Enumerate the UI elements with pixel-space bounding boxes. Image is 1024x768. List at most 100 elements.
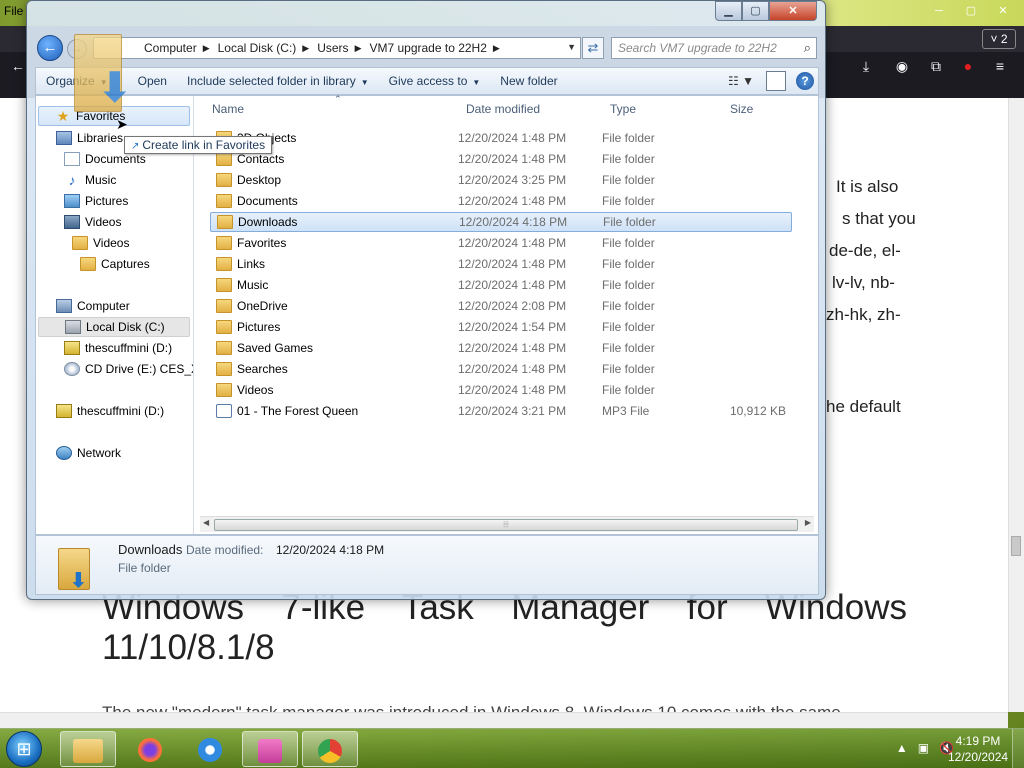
breadcrumb-local-disk[interactable]: Local Disk (C:) bbox=[218, 41, 297, 55]
browser-minimize-button[interactable]: ─ bbox=[924, 2, 954, 20]
browser-file-menu[interactable]: File bbox=[4, 4, 23, 18]
column-header-type[interactable]: Type bbox=[610, 102, 636, 116]
horizontal-scrollbar[interactable] bbox=[0, 712, 1008, 728]
show-desktop-button[interactable] bbox=[1012, 729, 1024, 768]
nav-scuff-d2[interactable]: thescuffmini (D:) bbox=[56, 401, 164, 421]
column-header-date[interactable]: Date modified bbox=[466, 102, 540, 116]
start-button[interactable]: ⊞ bbox=[6, 731, 42, 767]
file-row-selected[interactable]: Downloads 12/20/2024 4:18 PM File folder bbox=[210, 212, 792, 232]
nav-computer[interactable]: Computer bbox=[56, 296, 130, 316]
address-dropdown-icon[interactable]: ▼ bbox=[567, 42, 576, 52]
file-row[interactable]: Links 12/20/2024 1:48 PM File folder bbox=[210, 254, 792, 274]
file-row[interactable]: Favorites 12/20/2024 1:48 PM File folder bbox=[210, 233, 792, 253]
scrollbar-thumb[interactable]: ⦙⦙⦙ bbox=[214, 519, 798, 531]
taskbar-chrome[interactable] bbox=[302, 731, 358, 767]
details-name: Downloads bbox=[118, 542, 183, 557]
breadcrumb-computer[interactable]: Computer bbox=[144, 41, 197, 55]
tab-count-button[interactable]: ˅ 2 bbox=[982, 29, 1016, 49]
taskbar-firefox[interactable] bbox=[122, 731, 178, 767]
preview-pane-icon[interactable] bbox=[766, 71, 786, 91]
refresh-button[interactable]: ⇄ bbox=[582, 37, 604, 59]
nav-label: Videos bbox=[85, 215, 122, 229]
row-name-text: Pictures bbox=[237, 320, 281, 334]
breadcrumb-users[interactable]: Users bbox=[317, 41, 348, 55]
nav-music[interactable]: ♪ Music bbox=[64, 170, 117, 190]
nav-cd-drive[interactable]: CD Drive (E:) CES_X6 bbox=[64, 359, 193, 379]
scroll-left-icon[interactable]: ◀ bbox=[203, 518, 209, 527]
menu-icon[interactable]: ≡ bbox=[990, 56, 1010, 76]
extensions-icon[interactable]: ⧉ bbox=[926, 56, 946, 76]
search-input[interactable]: Search VM7 upgrade to 22H2 ⌕ bbox=[611, 37, 817, 59]
download-icon[interactable]: ⤓ bbox=[856, 56, 876, 76]
nav-captures[interactable]: Captures bbox=[80, 254, 150, 274]
clock-time: 4:19 PM bbox=[955, 734, 1001, 748]
row-name-text: Music bbox=[237, 278, 269, 292]
file-row[interactable]: OneDrive 12/20/2024 2:08 PM File folder bbox=[210, 296, 792, 316]
network-icon bbox=[56, 446, 72, 460]
change-view-icon[interactable]: ☷ ▼ bbox=[726, 71, 756, 91]
file-row[interactable]: Searches 12/20/2024 1:48 PM File folder bbox=[210, 359, 792, 379]
explorer-window: ▁ ▢ ✕ ← → Computer▶ Local Disk (C:)▶ Use… bbox=[26, 0, 826, 600]
address-bar[interactable]: Computer ▶ Local Disk (C:) ▶ Users ▶ VM7 up… bbox=[93, 37, 581, 59]
row-type: MP3 File bbox=[602, 404, 650, 418]
file-row[interactable]: Music 12/20/2024 1:48 PM File folder bbox=[210, 275, 792, 295]
row-name: Desktop bbox=[216, 173, 281, 187]
minimize-button[interactable]: ▁ bbox=[715, 1, 742, 21]
file-row[interactable]: Videos 12/20/2024 1:48 PM File folder bbox=[210, 380, 792, 400]
row-date: 12/20/2024 1:48 PM bbox=[458, 278, 567, 292]
vertical-scrollbar[interactable] bbox=[1008, 98, 1024, 712]
scroll-right-icon[interactable]: ▶ bbox=[805, 518, 811, 527]
search-placeholder: Search VM7 upgrade to 22H2 bbox=[618, 41, 777, 55]
taskbar-internet-explorer[interactable] bbox=[182, 731, 238, 767]
search-icon[interactable]: ⌕ bbox=[804, 40, 811, 56]
file-row[interactable]: Saved Games 12/20/2024 1:48 PM File folder bbox=[210, 338, 792, 358]
breadcrumb-separator-icon[interactable]: ▶ bbox=[355, 43, 362, 54]
row-type: File folder bbox=[602, 194, 655, 208]
file-row[interactable]: 3D Objects12/20/2024 1:48 PMFile folder bbox=[210, 128, 792, 148]
computer-icon bbox=[56, 299, 72, 313]
taskbar: ⊞ ▲ ▣ 🔇 4:19 PM 12/20/2024 bbox=[0, 728, 1024, 768]
taskbar-explorer[interactable] bbox=[60, 731, 116, 767]
give-access-button[interactable]: Give access to ▼ bbox=[379, 74, 491, 88]
scrollbar-thumb[interactable] bbox=[1011, 536, 1021, 556]
drag-ghost-folder-icon: ⬇ bbox=[70, 30, 140, 120]
taskbar-app-cat[interactable] bbox=[242, 731, 298, 767]
row-name: Music bbox=[216, 278, 268, 292]
nav-network[interactable]: Network bbox=[56, 443, 121, 463]
breadcrumb-separator-icon[interactable]: ▶ bbox=[302, 43, 309, 54]
breadcrumb-vm7[interactable]: VM7 upgrade to 22H2 bbox=[369, 41, 486, 55]
file-row[interactable]: Documents 12/20/2024 1:48 PM File folder bbox=[210, 191, 792, 211]
help-icon[interactable]: ? bbox=[796, 72, 814, 90]
ublock-icon[interactable]: ● bbox=[958, 56, 978, 76]
column-header-size[interactable]: Size bbox=[730, 102, 753, 116]
nav-scuff-d[interactable]: thescuffmini (D:) bbox=[64, 338, 172, 358]
new-folder-button[interactable]: New folder bbox=[490, 74, 567, 88]
browser-maximize-button[interactable]: ▢ bbox=[956, 2, 986, 20]
file-row[interactable]: Desktop 12/20/2024 3:25 PM File folder bbox=[210, 170, 792, 190]
breadcrumb-separator-icon[interactable]: ▶ bbox=[203, 43, 210, 54]
network-status-icon[interactable]: ▣ bbox=[918, 741, 929, 755]
account-icon[interactable]: ◉ bbox=[892, 56, 912, 76]
back-button[interactable]: ← bbox=[37, 35, 63, 61]
nav-videos-sub[interactable]: Videos bbox=[72, 233, 129, 253]
breadcrumb-separator-icon[interactable]: ▶ bbox=[493, 43, 500, 54]
file-row[interactable]: Pictures 12/20/2024 1:54 PM File folder bbox=[210, 317, 792, 337]
row-date: 12/20/2024 1:48 PM bbox=[458, 152, 567, 166]
row-date: 12/20/2024 3:25 PM bbox=[458, 173, 567, 187]
column-header-name[interactable]: Name bbox=[212, 102, 244, 116]
nav-local-disk[interactable]: Local Disk (C:) bbox=[38, 317, 190, 337]
browser-window-controls: ─ ▢ ✕ bbox=[924, 2, 1018, 20]
file-row[interactable]: Contacts 12/20/2024 1:48 PM File folder bbox=[210, 149, 792, 169]
file-list-hscrollbar[interactable]: ◀ ⦙⦙⦙ ▶ bbox=[200, 516, 814, 532]
nav-videos[interactable]: Videos bbox=[64, 212, 121, 232]
maximize-button[interactable]: ▢ bbox=[742, 1, 769, 21]
nav-pictures[interactable]: Pictures bbox=[64, 191, 128, 211]
file-row[interactable]: 01 - The Forest Queen 12/20/2024 3:21 PM M… bbox=[210, 401, 792, 421]
show-hidden-icons-icon[interactable]: ▲ bbox=[896, 741, 908, 755]
nav-libraries[interactable]: Libraries bbox=[56, 128, 123, 148]
browser-close-button[interactable]: ✕ bbox=[988, 2, 1018, 20]
back-arrow-icon[interactable]: ← bbox=[8, 56, 28, 76]
close-button[interactable]: ✕ bbox=[769, 1, 817, 21]
include-library-button[interactable]: Include selected folder in library ▼ bbox=[177, 74, 379, 88]
clock[interactable]: 4:19 PM 12/20/2024 bbox=[948, 733, 1008, 765]
